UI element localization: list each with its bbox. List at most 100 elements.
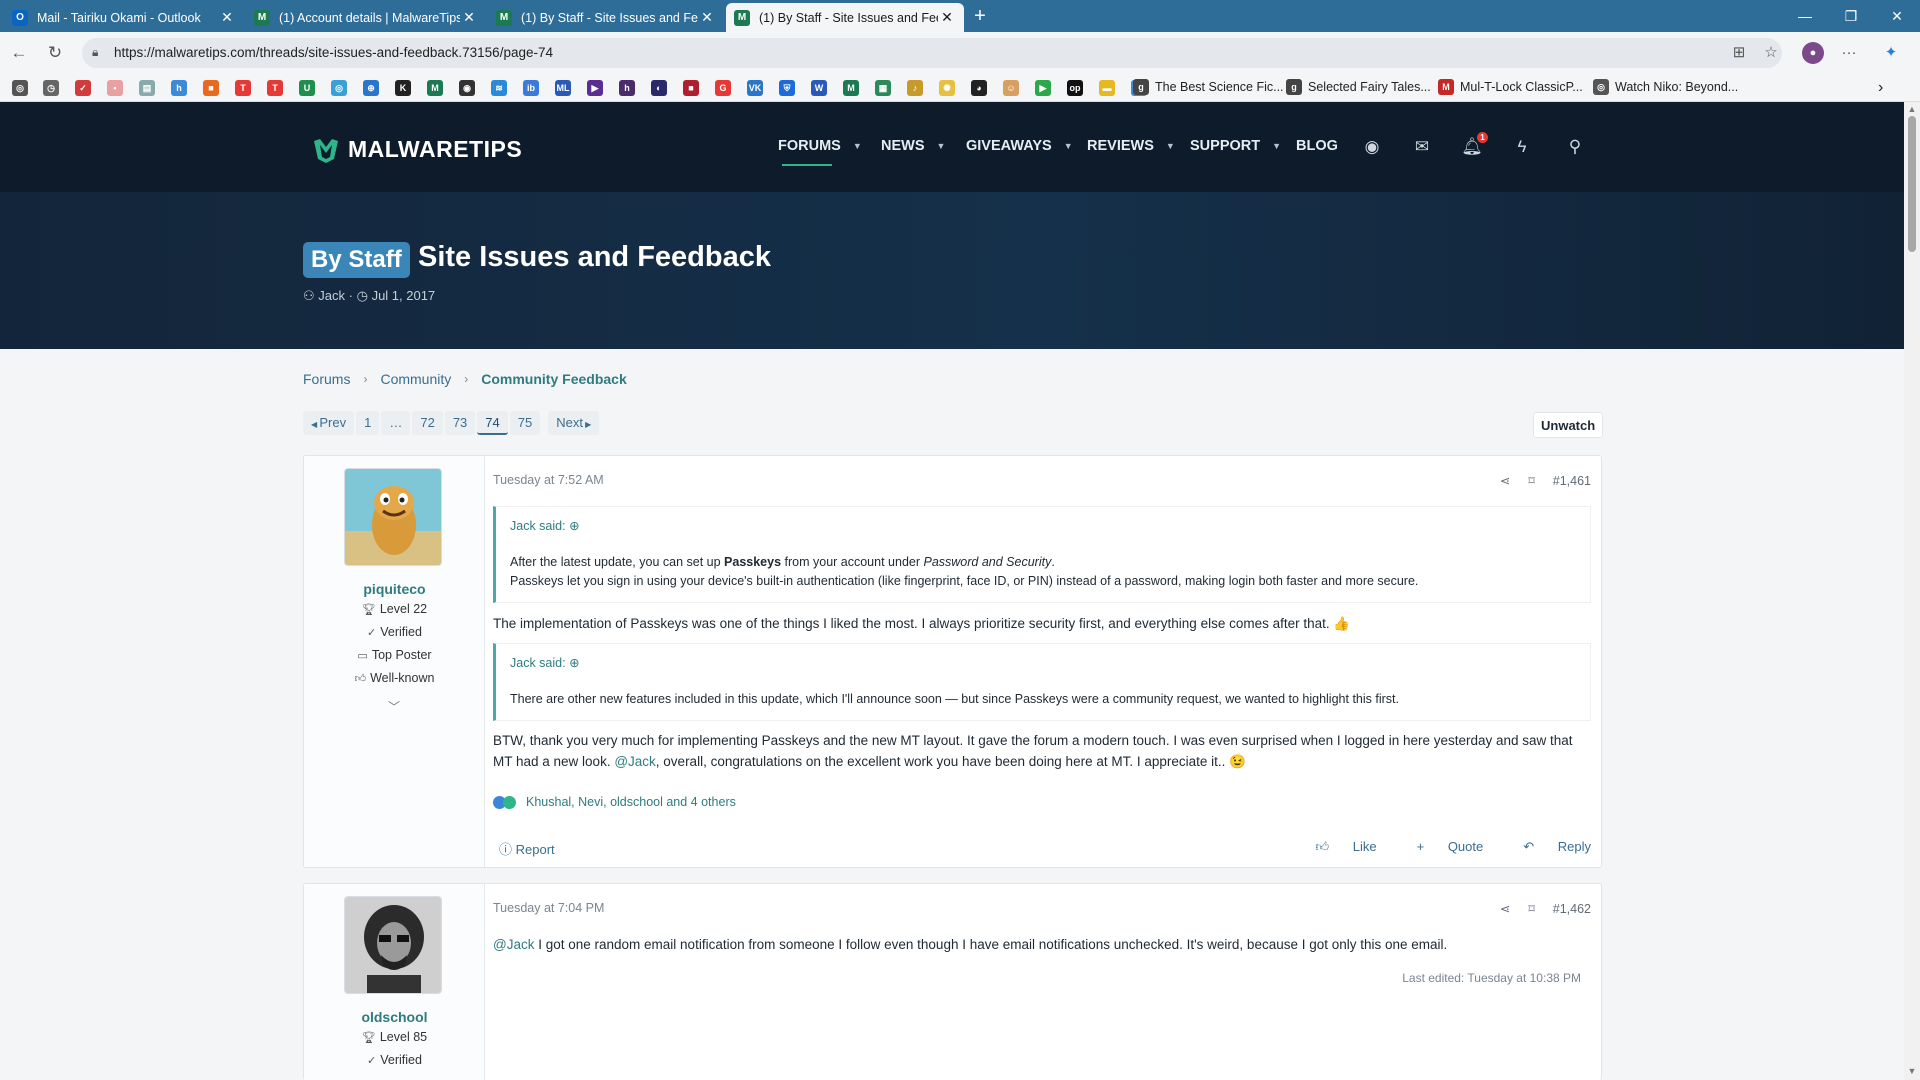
- browser-tab-site-issues[interactable]: M (1) By Staff - Site Issues and Feedb ✕: [488, 3, 724, 32]
- thread-date[interactable]: Jul 1, 2017: [372, 288, 436, 303]
- post-number[interactable]: #1,461: [1553, 474, 1591, 488]
- bookmark-history-icon[interactable]: ◷: [43, 80, 59, 96]
- page-72-link[interactable]: 72: [412, 411, 443, 435]
- report-button[interactable]: ⓘ Report: [499, 839, 555, 858]
- scrollbar-thumb[interactable]: [1908, 116, 1916, 252]
- url-field[interactable]: 🔒︎ https://malwaretips.com/threads/site-…: [82, 38, 1782, 68]
- post-time[interactable]: Tuesday at 7:52 AM: [493, 473, 604, 487]
- new-tab-button[interactable]: +: [966, 4, 994, 28]
- username[interactable]: oldschool: [304, 1009, 485, 1025]
- bookmark-icon[interactable]: •: [107, 80, 123, 96]
- bookmark-icon[interactable]: ib: [523, 80, 539, 96]
- close-tab-icon[interactable]: ✕: [938, 9, 956, 26]
- bookmark-globe-icon[interactable]: ◎: [12, 80, 28, 96]
- reactions-summary[interactable]: Khushal, Nevi, oldschool and 4 others: [493, 795, 736, 809]
- restore-icon[interactable]: ❐: [1828, 0, 1874, 32]
- bookmark-icon[interactable]: ■: [203, 80, 219, 96]
- lightning-icon[interactable]: ϟ: [1511, 136, 1533, 158]
- nav-support[interactable]: SUPPORT ▼: [1190, 138, 1281, 154]
- page-74-current[interactable]: 74: [477, 411, 508, 435]
- user-mention[interactable]: @Jack: [614, 754, 655, 769]
- bookmark-icon[interactable]: ▦: [875, 80, 891, 96]
- breadcrumb-forums[interactable]: Forums: [303, 371, 350, 387]
- bookmark-icon[interactable]: VK: [747, 80, 763, 96]
- page-73-link[interactable]: 73: [444, 411, 476, 435]
- bookmark-icon[interactable]: ■: [683, 80, 699, 96]
- refresh-icon[interactable]: ↻: [44, 42, 66, 64]
- bookmark-icon[interactable]: W: [811, 80, 827, 96]
- back-icon[interactable]: ←: [8, 42, 30, 64]
- reply-button[interactable]: ↶ Reply: [1503, 839, 1591, 855]
- bookmark-icon[interactable]: U: [299, 80, 315, 96]
- close-tab-icon[interactable]: ✕: [460, 9, 478, 26]
- bookmark-mul-t-lock[interactable]: M Mul-T-Lock ClassicP...: [1438, 79, 1583, 95]
- bookmark-fairy-tales[interactable]: g Selected Fairy Tales...: [1286, 79, 1431, 95]
- search-icon[interactable]: ⚲: [1564, 136, 1586, 158]
- thread-author[interactable]: Jack: [318, 288, 345, 303]
- more-menu-icon[interactable]: ···: [1838, 42, 1860, 64]
- username[interactable]: piquiteco: [304, 581, 485, 597]
- bookmark-icon[interactable]: M: [427, 80, 443, 96]
- bookmark-icon[interactable]: ⌑: [1528, 901, 1534, 916]
- bookmarks-overflow-chevron-icon[interactable]: ›: [1878, 79, 1883, 97]
- breadcrumb-community[interactable]: Community: [380, 371, 451, 387]
- nav-reviews[interactable]: REVIEWS ▼: [1087, 138, 1175, 154]
- bookmark-icon[interactable]: ▤: [139, 80, 155, 96]
- page-1-link[interactable]: 1: [356, 411, 380, 435]
- bookmark-icon[interactable]: h: [619, 80, 635, 96]
- close-tab-icon[interactable]: ✕: [698, 9, 716, 26]
- bookmark-icon[interactable]: h: [171, 80, 187, 96]
- bookmark-icon[interactable]: G: [715, 80, 731, 96]
- site-logo[interactable]: MALWARETIPS: [312, 136, 522, 163]
- user-avatar-icon[interactable]: ◉: [1361, 136, 1383, 158]
- browser-tab-outlook[interactable]: O Mail - Tairiku Okami - Outlook ✕: [4, 3, 244, 32]
- expand-user-info-chevron-icon[interactable]: ﹀: [388, 698, 400, 715]
- page-75-link[interactable]: 75: [509, 411, 541, 435]
- avatar[interactable]: [344, 896, 442, 994]
- share-icon[interactable]: ⋖: [1500, 473, 1510, 488]
- close-tab-icon[interactable]: ✕: [218, 9, 236, 26]
- profile-avatar-icon[interactable]: ●: [1802, 42, 1824, 64]
- copilot-icon[interactable]: ✦: [1880, 42, 1902, 64]
- page-scrollbar[interactable]: ▲ ▼: [1904, 102, 1920, 1080]
- bookmark-icon[interactable]: ♪: [907, 80, 923, 96]
- quote-author[interactable]: Jack said: ⊕: [510, 655, 1576, 670]
- close-window-icon[interactable]: ✕: [1874, 0, 1920, 32]
- bookmark-icon[interactable]: K: [395, 80, 411, 96]
- bookmark-pocket-icon[interactable]: ✓: [75, 80, 91, 96]
- bookmark-icon[interactable]: op: [1067, 80, 1083, 96]
- avatar[interactable]: [344, 468, 442, 566]
- bookmark-icon[interactable]: ◉: [459, 80, 475, 96]
- post-number[interactable]: #1,462: [1553, 902, 1591, 916]
- scroll-down-arrow-icon[interactable]: ▼: [1907, 1066, 1917, 1076]
- bookmark-icon[interactable]: ◐: [651, 80, 667, 96]
- envelope-icon[interactable]: ✉: [1411, 136, 1433, 158]
- browser-tab-site-issues-active[interactable]: M (1) By Staff - Site Issues and Feedb ✕: [726, 3, 964, 32]
- bookmark-icon[interactable]: ☺: [1003, 80, 1019, 96]
- bookmark-icon[interactable]: ⌑: [1528, 473, 1534, 488]
- unwatch-button[interactable]: Unwatch: [1533, 412, 1604, 438]
- user-mention[interactable]: @Jack: [493, 937, 534, 952]
- bookmark-icon[interactable]: M: [843, 80, 859, 96]
- bookmark-icon[interactable]: ML: [555, 80, 571, 96]
- minimize-icon[interactable]: —: [1782, 0, 1828, 32]
- post-time[interactable]: Tuesday at 7:04 PM: [493, 901, 604, 915]
- github-icon[interactable]: ◕: [971, 80, 987, 96]
- split-screen-icon[interactable]: ⊞: [1728, 42, 1750, 64]
- breadcrumb-community-feedback[interactable]: Community Feedback: [481, 371, 626, 387]
- bell-icon[interactable]: 🔔︎ 1: [1461, 132, 1488, 158]
- bookmark-icon[interactable]: ▶: [587, 80, 603, 96]
- nav-blog[interactable]: BLOG: [1296, 138, 1338, 154]
- favorite-star-icon[interactable]: ☆: [1760, 42, 1782, 64]
- page-ellipsis[interactable]: …: [381, 411, 411, 435]
- scroll-up-arrow-icon[interactable]: ▲: [1907, 104, 1917, 114]
- bookmark-icon[interactable]: ▶: [1035, 80, 1051, 96]
- bookmark-icon[interactable]: T: [267, 80, 283, 96]
- bookmark-icon[interactable]: ▬: [1099, 80, 1115, 96]
- nav-forums[interactable]: FORUMS ▼: [778, 138, 862, 166]
- thread-prefix-badge[interactable]: By Staff: [303, 242, 410, 278]
- like-button[interactable]: 👍︎ Like: [1296, 839, 1377, 855]
- bookmark-icon[interactable]: ⊕: [363, 80, 379, 96]
- nav-news[interactable]: NEWS ▼: [881, 138, 945, 154]
- bookmark-icon[interactable]: ⛨: [779, 80, 795, 96]
